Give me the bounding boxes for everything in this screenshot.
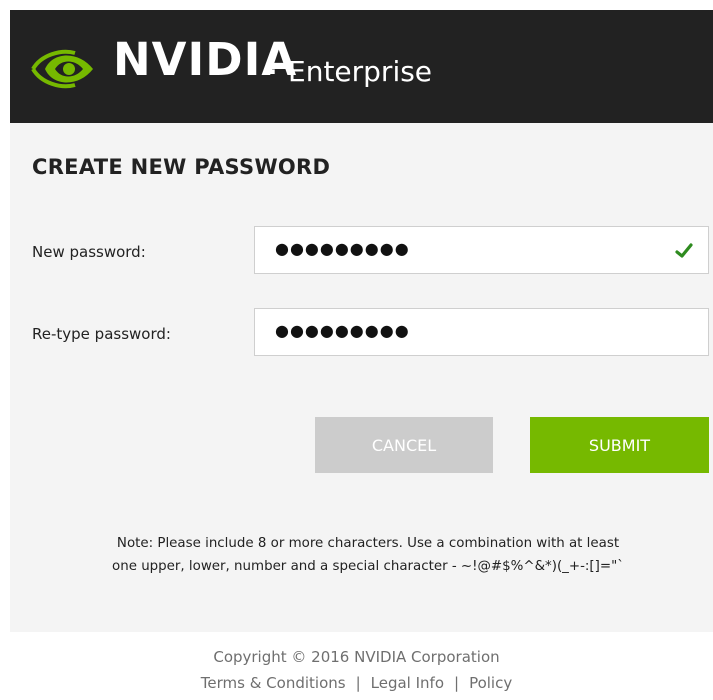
password-card: NVIDIA . Enterprise CREATE NEW PASSWORD … <box>10 10 713 632</box>
brand-dot: . <box>268 52 278 80</box>
product-name: Enterprise <box>288 55 433 88</box>
note-line-1: Note: Please include 8 or more character… <box>116 536 620 551</box>
new-password-label: New password: <box>32 243 146 261</box>
retype-password-field[interactable]: ●●●●●●●●● <box>254 308 709 356</box>
check-icon <box>675 243 693 258</box>
footer-separator: | <box>454 674 460 692</box>
submit-button[interactable]: SUBMIT <box>530 417 709 473</box>
terms-link[interactable]: Terms & Conditions <box>201 674 346 692</box>
new-password-value: ●●●●●●●●● <box>275 239 410 258</box>
footer-links: Terms & Conditions | Legal Info | Policy <box>0 670 713 696</box>
footer-separator: | <box>355 674 361 692</box>
policy-link[interactable]: Policy <box>469 674 512 692</box>
new-password-field[interactable]: ●●●●●●●●● <box>254 226 709 274</box>
footer-copyright: Copyright © 2016 NVIDIA Corporation <box>213 648 500 666</box>
retype-password-value: ●●●●●●●●● <box>275 321 410 340</box>
page-title: CREATE NEW PASSWORD <box>32 155 331 179</box>
page: NVIDIA . Enterprise CREATE NEW PASSWORD … <box>0 0 713 700</box>
nvidia-eye-logo-icon <box>31 49 93 89</box>
password-requirements-note: Note: Please include 8 or more character… <box>34 532 702 578</box>
cancel-button[interactable]: CANCEL <box>315 417 493 473</box>
legal-info-link[interactable]: Legal Info <box>371 674 444 692</box>
note-line-2: one upper, lower, number and a special c… <box>112 559 624 574</box>
header-bar: NVIDIA . Enterprise <box>10 10 713 123</box>
retype-password-label: Re-type password: <box>32 325 171 343</box>
